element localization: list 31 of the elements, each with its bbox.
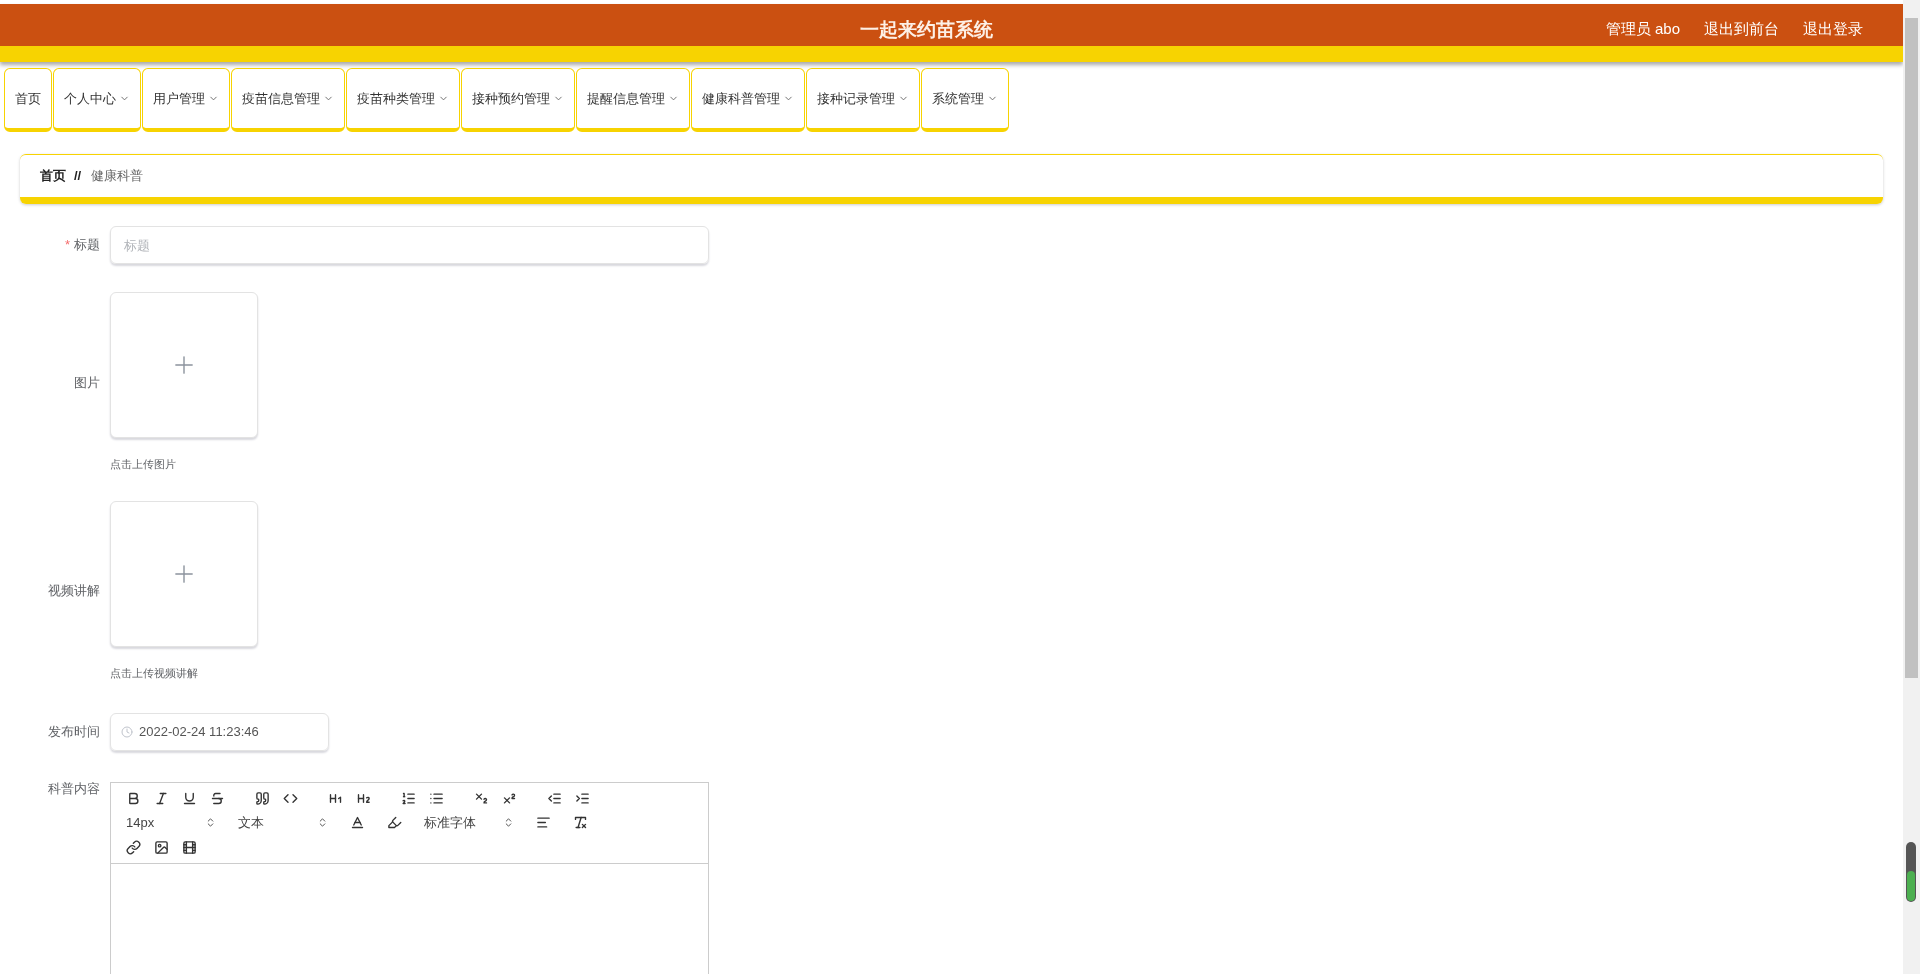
header-link[interactable]: 管理员 abo (1605, 17, 1680, 40)
breadcrumb-home[interactable]: 首页 (40, 166, 66, 186)
upload-hint: 点击上传图片 (110, 457, 177, 472)
nav-menu-item[interactable]: 疫苗信息管理 (231, 68, 345, 132)
nav-menu-item[interactable]: 用户管理 (142, 68, 230, 132)
nav-menu-item[interactable]: 接种记录管理 (806, 68, 920, 132)
font-family-select[interactable]: 标准字体 (424, 813, 514, 833)
datetime-field[interactable]: 2022-02-24 11:23:46 (110, 713, 329, 751)
field-label: 发布时间 (48, 723, 100, 742)
nav-menu-item[interactable]: 接种预约管理 (461, 68, 575, 132)
field-label: 科普内容 (48, 780, 100, 798)
system-title: 一起来约苗系统 (860, 17, 993, 42)
font-size-select[interactable]: 14px (126, 813, 216, 833)
header-link[interactable]: 退出到前台 (1704, 17, 1779, 40)
nav-menu-item[interactable]: 系统管理 (921, 68, 1009, 132)
nav-menu-item[interactable]: 健康科普管理 (691, 68, 805, 132)
upload-hint: 点击上传视频讲解 (110, 665, 199, 681)
rich-text-editor[interactable]: 14px 文本 标准字体 (110, 782, 709, 974)
nav-menu-item[interactable]: 首页 (4, 68, 52, 132)
heading-select[interactable]: 文本 (238, 813, 328, 833)
field-label: 视频讲解 (48, 582, 100, 600)
header-link[interactable]: 退出登录 (1803, 17, 1863, 40)
breadcrumb-separator: // (74, 167, 82, 186)
nav-menu-item[interactable]: 疫苗种类管理 (346, 68, 460, 132)
title-input[interactable]: 标题 (110, 226, 709, 264)
nav-menu-item[interactable]: 个人中心 (53, 68, 141, 132)
nav-menu-item[interactable]: 提醒信息管理 (576, 68, 690, 132)
field-label: 图片 (74, 373, 100, 392)
field-label: 标题 (74, 236, 100, 255)
breadcrumb-current: 健康科普 (91, 167, 144, 186)
required-mark: * (64, 236, 70, 255)
